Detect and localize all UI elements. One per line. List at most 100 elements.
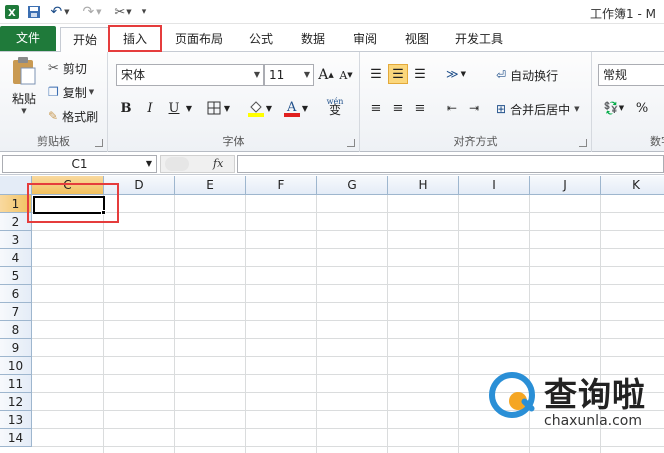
borders-button[interactable] [204, 98, 224, 118]
row-header-10[interactable]: 10 [0, 357, 32, 375]
row-header-7[interactable]: 7 [0, 303, 32, 321]
increase-indent-button[interactable]: ⇥ [464, 98, 484, 118]
font-color-dropdown[interactable]: ▼ [300, 98, 310, 118]
row-header-12[interactable]: 12 [0, 393, 32, 411]
insert-function-button[interactable]: fx [213, 156, 223, 172]
fill-color-button[interactable] [246, 98, 266, 118]
formula-input[interactable] [237, 155, 664, 173]
align-right-button[interactable]: ≡ [410, 98, 430, 118]
font-name-select[interactable]: 宋体 ▼ [116, 64, 264, 86]
column-header-k[interactable]: K [601, 176, 664, 195]
shrink-font-button[interactable]: A ▼ [336, 65, 356, 85]
column-header-f[interactable]: F [246, 176, 317, 195]
underline-button[interactable]: U [164, 98, 184, 118]
excel-logo-icon: X [4, 3, 20, 21]
row-gridline [32, 302, 664, 303]
name-box[interactable]: C1 ▼ [2, 155, 157, 173]
percent-button[interactable]: % [632, 98, 652, 118]
paste-label: 粘贴 [11, 92, 36, 106]
orientation-icon: ≫ [446, 67, 459, 81]
copy-button[interactable]: ❐ 复制 ▼ [48, 82, 94, 102]
phonetic-icon: 变 [328, 103, 341, 117]
clipboard-group-label: 剪贴板 [37, 135, 70, 148]
watermark-title: 查询啦 [544, 375, 646, 414]
number-group-label: 数字 [650, 135, 664, 148]
align-center-button[interactable]: ≡ [388, 98, 408, 118]
column-header-g[interactable]: G [317, 176, 388, 195]
redo-button[interactable]: ↷ ▼ [80, 3, 104, 21]
svg-text:A: A [286, 100, 297, 115]
borders-dropdown[interactable]: ▼ [222, 98, 232, 118]
tab-developer[interactable]: 开发工具 [448, 27, 510, 51]
format-painter-button[interactable]: ✎ 格式刷 [48, 106, 98, 126]
row-header-9[interactable]: 9 [0, 339, 32, 357]
tab-data[interactable]: 数据 [292, 27, 334, 51]
row-header-6[interactable]: 6 [0, 285, 32, 303]
column-gridline [316, 195, 317, 453]
tab-view[interactable]: 视图 [396, 27, 438, 51]
cut-button[interactable]: ✂ 剪切 [48, 58, 87, 78]
accounting-format-button[interactable]: 💱 ▼ [600, 98, 628, 118]
column-header-i[interactable]: I [459, 176, 530, 195]
align-bottom-button[interactable]: ☰ [410, 64, 430, 84]
tab-review[interactable]: 审阅 [344, 27, 386, 51]
align-middle-button[interactable]: ☰ [388, 64, 408, 84]
row-gridline [32, 212, 664, 213]
orientation-button[interactable]: ≫ ▼ [442, 64, 470, 84]
row-gridline [32, 338, 664, 339]
tab-formulas[interactable]: 公式 [240, 27, 282, 51]
merge-center-button[interactable]: ⊞ 合并后居中 ▼ [496, 99, 579, 119]
font-size-select[interactable]: 11 ▼ [264, 64, 314, 86]
font-name-value: 宋体 [121, 68, 146, 82]
save-icon[interactable] [26, 3, 42, 21]
align-top-button[interactable]: ☰ [366, 64, 386, 84]
column-header-j[interactable]: J [530, 176, 601, 195]
chevron-down-icon: ▼ [145, 159, 152, 168]
fill-color-icon [248, 101, 264, 117]
fill-color-dropdown[interactable]: ▼ [264, 98, 274, 118]
tools-button[interactable]: ✂ ▼ [112, 3, 134, 21]
font-launcher-icon[interactable] [347, 139, 355, 147]
decrease-indent-button[interactable]: ⇤ [442, 98, 462, 118]
ribbon-home: 粘贴 ▼ ✂ 剪切 ❐ 复制 ▼ ✎ 格式刷 剪贴板 宋体 ▼ 11 ▼ A ▲ A ▼… [0, 52, 664, 152]
tab-file[interactable]: 文件 [0, 26, 56, 51]
clipboard-launcher-icon[interactable] [95, 139, 103, 147]
phonetic-button[interactable]: wén 变 [322, 96, 348, 116]
alignment-group-label: 对齐方式 [453, 135, 498, 148]
row-header-8[interactable]: 8 [0, 321, 32, 339]
row-header-4[interactable]: 4 [0, 249, 32, 267]
row-header-13[interactable]: 13 [0, 411, 32, 429]
row-header-11[interactable]: 11 [0, 375, 32, 393]
window-title: 工作簿1 - M [590, 7, 656, 21]
number-format-select[interactable]: 常规 [598, 64, 664, 86]
merge-center-icon: ⊞ [496, 102, 507, 116]
align-right-icon: ≡ [414, 100, 426, 116]
column-header-e[interactable]: E [175, 176, 246, 195]
align-top-icon: ☰ [370, 66, 382, 82]
tab-home[interactable]: 开始 [60, 27, 110, 53]
chevron-down-icon: ▼ [303, 70, 310, 79]
paste-button[interactable]: 粘贴 ▼ [6, 56, 42, 120]
customize-qat-button[interactable]: ▾ [138, 3, 150, 21]
undo-button[interactable]: ↶ ▼ [48, 3, 72, 21]
expand-handle-icon[interactable] [165, 157, 189, 171]
align-left-button[interactable]: ≡ [366, 98, 386, 118]
bold-button[interactable]: B [116, 98, 136, 118]
quick-access-toolbar: X ↶ ▼ ↷ ▼ ✂ ▼ ▾ 工作簿1 - M [0, 0, 664, 24]
italic-button[interactable]: I [140, 98, 160, 118]
row-header-3[interactable]: 3 [0, 231, 32, 249]
row-header-14[interactable]: 14 [0, 429, 32, 447]
wrap-text-button[interactable]: ⏎ 自动换行 [496, 65, 558, 85]
alignment-group: ☰ ☰ ☰ ≫ ▼ ⏎ 自动换行 ≡ ≡ ≡ ⇤ ⇥ ⊞ 合并后居中 ▼ 对齐方式 [360, 52, 592, 152]
font-color-button[interactable]: A [282, 98, 302, 118]
row-gridline [32, 356, 664, 357]
redo-icon: ↷ [82, 4, 95, 20]
alignment-launcher-icon[interactable] [579, 139, 587, 147]
align-left-icon: ≡ [370, 100, 382, 116]
row-header-5[interactable]: 5 [0, 267, 32, 285]
grow-font-button[interactable]: A ▲ [316, 65, 336, 85]
font-group: 宋体 ▼ 11 ▼ A ▲ A ▼ B I U ▼ ▼ ▼ A ▼ wén 变 字体 [108, 52, 360, 152]
tab-page-layout[interactable]: 页面布局 [168, 27, 230, 51]
column-header-h[interactable]: H [388, 176, 459, 195]
underline-dropdown[interactable]: ▼ [184, 98, 194, 118]
